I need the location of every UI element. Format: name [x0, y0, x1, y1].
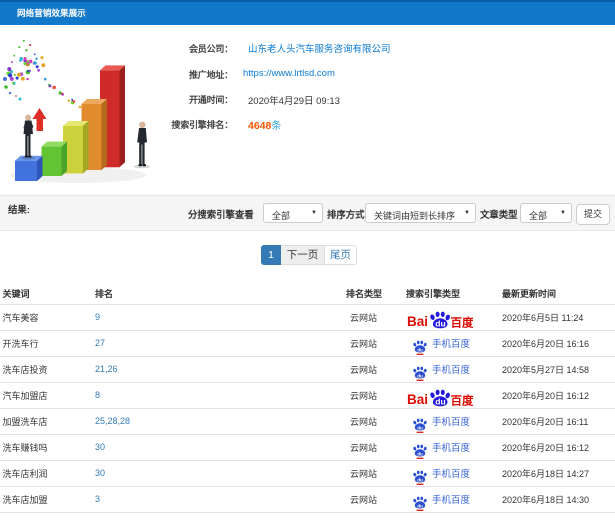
svg-text:Bai: Bai	[407, 314, 428, 329]
svg-text:Bai: Bai	[407, 392, 428, 407]
svg-text:百度: 百度	[451, 316, 474, 330]
svg-text:du: du	[417, 347, 423, 352]
svg-text:du: du	[417, 477, 423, 482]
svg-text:百度: 百度	[451, 394, 474, 408]
svg-text:du: du	[435, 319, 445, 329]
svg-text:du: du	[417, 425, 423, 430]
svg-text:du: du	[417, 503, 423, 508]
svg-text:du: du	[417, 373, 423, 378]
svg-text:du: du	[435, 397, 445, 407]
svg-text:du: du	[417, 451, 423, 456]
